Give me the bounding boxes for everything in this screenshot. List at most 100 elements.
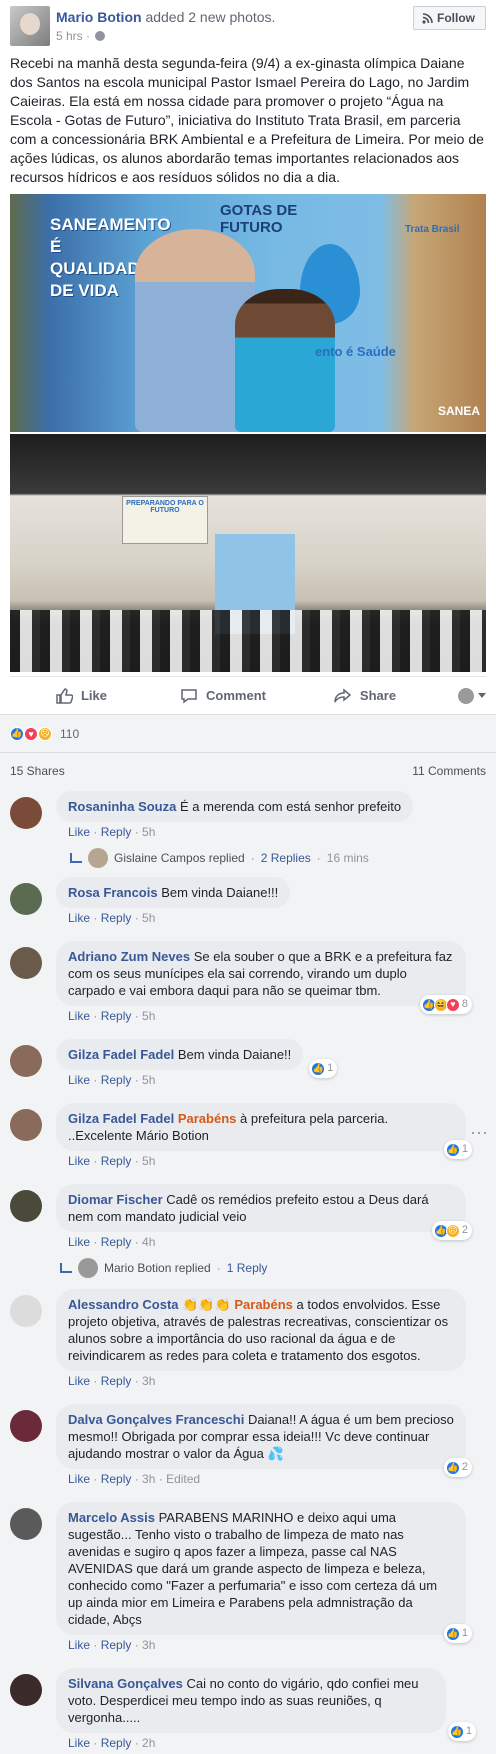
comment-reactions[interactable]: 👍 2 (443, 1458, 472, 1477)
comment-time[interactable]: 5h (142, 825, 155, 839)
reply-author[interactable]: Gislaine Campos replied (114, 851, 245, 865)
comment-actions: Like · Reply · 5h (68, 1073, 156, 1087)
like-link[interactable]: Like (68, 1009, 90, 1023)
comment-author[interactable]: Silvana Gonçalves (68, 1676, 183, 1691)
comment-bubble: Adriano Zum Neves Se ela souber o que a … (56, 941, 472, 1014)
comment-author[interactable]: Gilza Fadel Fadel (68, 1047, 174, 1062)
avatar[interactable] (10, 1190, 42, 1222)
post-card: Mario Botion added 2 new photos. 5 hrs ·… (0, 0, 496, 714)
replies-count[interactable]: 1 Reply (227, 1261, 268, 1275)
photo1-caption-saneam: SANEA (438, 404, 481, 418)
comment-reactions[interactable]: 👍 1 (443, 1624, 472, 1643)
comment-time[interactable]: 2h (142, 1736, 155, 1750)
comments-count[interactable]: 11 Comments (412, 764, 486, 778)
like-link[interactable]: Like (68, 1736, 90, 1750)
reply-link[interactable]: Reply (101, 1235, 132, 1249)
like-link[interactable]: Like (68, 1154, 90, 1168)
comment-time[interactable]: 5h (142, 1073, 155, 1087)
reply-link[interactable]: Reply (101, 1154, 132, 1168)
photo-1[interactable]: SANEAMENTO É QUALIDADE DE VIDA GOTAS DE … (10, 194, 486, 432)
like-link[interactable]: Like (68, 1472, 90, 1486)
comment-reactions[interactable]: 👍 1 (309, 1059, 338, 1078)
like-reaction-icon: 👍 (311, 1061, 326, 1076)
like-reaction-icon: 👍 (449, 1724, 464, 1739)
comment-reactions[interactable]: 👍 😆 ♥ 8 (419, 995, 472, 1014)
comment-reaction-count: 1 (465, 1725, 472, 1737)
photo2-audience (10, 610, 486, 672)
author-name[interactable]: Mario Botion (56, 9, 142, 25)
replies-link[interactable]: Gislaine Campos replied · 2 Replies · 16… (0, 843, 496, 873)
reply-link[interactable]: Reply (101, 1472, 132, 1486)
like-link[interactable]: Like (68, 1374, 90, 1388)
comment: Alessandro Costa 👏👏👏 Parabéns a todos en… (0, 1289, 496, 1392)
reply-link[interactable]: Reply (101, 825, 132, 839)
reply-link[interactable]: Reply (101, 911, 132, 925)
comment-time[interactable]: 3h (142, 1374, 155, 1388)
comment-author[interactable]: Rosa Francois (68, 885, 158, 900)
comment-time[interactable]: 5h (142, 1009, 155, 1023)
audience-selector[interactable] (436, 687, 486, 704)
like-button[interactable]: Like (10, 687, 152, 705)
avatar[interactable] (10, 947, 42, 979)
avatar[interactable] (10, 1045, 42, 1077)
comment-time[interactable]: 5h (142, 1154, 155, 1168)
avatar[interactable] (10, 1508, 42, 1540)
comment-time[interactable]: 3h (142, 1472, 155, 1486)
comment-author[interactable]: Gilza Fadel Fadel (68, 1111, 174, 1126)
comment: Gilza Fadel Fadel Parabéns à prefeitura … (0, 1103, 496, 1172)
follow-button[interactable]: Follow (413, 6, 486, 30)
reply-link[interactable]: Reply (101, 1374, 132, 1388)
like-link[interactable]: Like (68, 825, 90, 839)
avatar[interactable] (10, 1674, 42, 1706)
comment-bubble: Gilza Fadel Fadel Bem vinda Daiane!! 👍 1 (56, 1039, 338, 1078)
comment-actions: Like · Reply · 5h (68, 825, 156, 839)
comment-text: É a merenda com está senhor prefeito (179, 799, 402, 814)
comment-reactions[interactable]: 👍 1 (447, 1722, 476, 1741)
comment-author[interactable]: Adriano Zum Neves (68, 949, 190, 964)
post-text: Recebi na manhã desta segunda-feira (9/4… (10, 55, 484, 185)
photo1-person-woman (235, 289, 335, 432)
more-options-icon[interactable]: ··· (470, 1123, 488, 1141)
post-time[interactable]: 5 hrs (56, 29, 83, 43)
author-avatar[interactable] (10, 6, 50, 46)
reply-link[interactable]: Reply (101, 1736, 132, 1750)
comment-time[interactable]: 3h (142, 1638, 155, 1652)
reply-link[interactable]: Reply (101, 1073, 132, 1087)
comment-button[interactable]: Comment (152, 687, 294, 705)
replies-count[interactable]: 2 Replies (261, 851, 311, 865)
comment-reactions[interactable]: 👍 1 (443, 1140, 472, 1159)
avatar[interactable] (10, 883, 42, 915)
comment-time[interactable]: 5h (142, 911, 155, 925)
avatar[interactable] (10, 1410, 42, 1442)
avatar[interactable] (10, 797, 42, 829)
like-link[interactable]: Like (68, 1638, 90, 1652)
comment-author[interactable]: Marcelo Assis (68, 1510, 155, 1525)
reply-link[interactable]: Reply (101, 1638, 132, 1652)
like-link[interactable]: Like (68, 1073, 90, 1087)
reactions-count: 110 (60, 726, 80, 741)
comment-author[interactable]: Diomar Fischer (68, 1192, 163, 1207)
like-link[interactable]: Like (68, 1235, 90, 1249)
avatar[interactable] (10, 1109, 42, 1141)
comment-actions: Like · Reply · 3h (68, 1374, 156, 1388)
comment-author[interactable]: Rosaninha Souza (68, 799, 176, 814)
comment-reactions[interactable]: 👍 ☹ 2 (431, 1221, 472, 1240)
replies-link[interactable]: Mario Botion replied · 1 Reply (0, 1253, 496, 1283)
reply-link[interactable]: Reply (101, 1009, 132, 1023)
author-line: Mario Botion added 2 new photos. (56, 9, 275, 25)
follow-label: Follow (437, 11, 475, 25)
photo-2[interactable]: PREPARANDO PARA O FUTURO (10, 434, 486, 672)
comment: Diomar Fischer Cadê os remédios prefeito… (0, 1184, 496, 1253)
reply-author[interactable]: Mario Botion replied (104, 1261, 211, 1275)
shares-count[interactable]: 15 Shares (10, 764, 65, 778)
share-button[interactable]: Share (294, 687, 436, 705)
like-link[interactable]: Like (68, 911, 90, 925)
comment: Rosaninha Souza É a merenda com está sen… (0, 791, 496, 843)
comment-bubble: Rosaninha Souza É a merenda com está sen… (56, 791, 414, 822)
comment-author[interactable]: Dalva Gonçalves Franceschi (68, 1412, 244, 1427)
comment-author[interactable]: Alessandro Costa (68, 1297, 179, 1312)
edited-label[interactable]: Edited (166, 1472, 200, 1486)
comment-time[interactable]: 4h (142, 1235, 155, 1249)
avatar[interactable] (10, 1295, 42, 1327)
reactions-bar[interactable]: 👍 ♥ ☹ 110 (0, 715, 496, 753)
